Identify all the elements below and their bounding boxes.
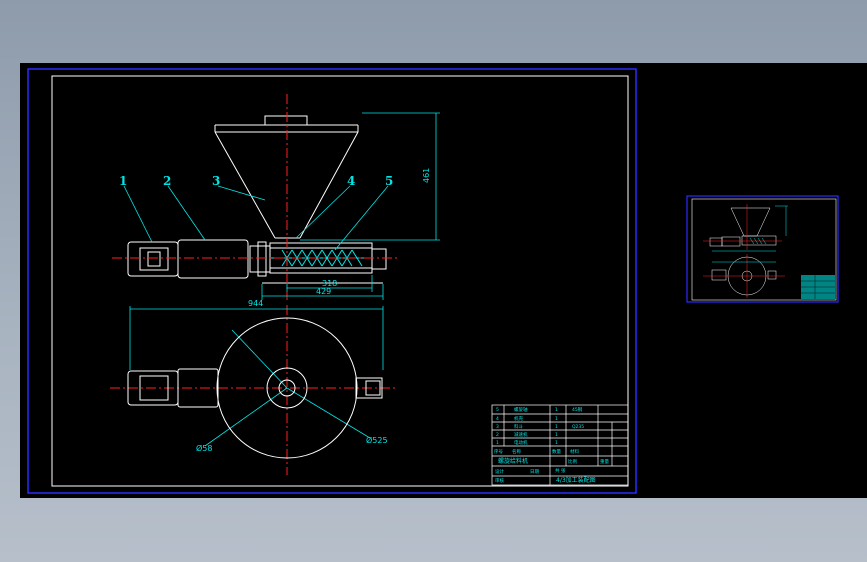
tb-header-no: 序号 (494, 448, 503, 455)
tb-row1-mat: 45钢 (572, 406, 583, 413)
thumbnail-sheet (686, 195, 839, 303)
tb-row3-qty: 1 (555, 424, 558, 430)
tb-row5-qty: 1 (555, 440, 558, 446)
dim-429: 429 (316, 287, 331, 296)
tb-row1-qty: 1 (555, 407, 558, 413)
callout-5: 5 (385, 174, 393, 188)
tb-row1-no: 5 (496, 407, 499, 413)
tb-row4-qty: 1 (555, 432, 558, 438)
tb-row2-no: 4 (496, 416, 499, 422)
callout-1: 1 (119, 174, 127, 188)
tb-row3-mat: Q235 (572, 424, 584, 430)
callout-4: 4 (347, 174, 355, 188)
dim-dia-large: Ø525 (366, 435, 388, 445)
tb-scale: 比例 (568, 458, 577, 465)
tb-drawing-name: 螺旋给料机 (498, 457, 528, 465)
dim-hopper-height: 461 (422, 168, 431, 183)
tb-row5-name: 电动机 (514, 439, 528, 446)
dim-dia-small: Ø58 (196, 443, 212, 453)
cad-drawing-canvas: 461 318 429 944 Ø58 Ø525 1 2 3 4 5 5 螺旋轴… (20, 63, 867, 498)
tb-row5-no: 1 (496, 440, 499, 446)
dim-944: 944 (248, 299, 263, 308)
tb-designer: 设计 (495, 468, 504, 475)
tb-row3-no: 3 (496, 424, 499, 430)
tb-checker: 审核 (495, 477, 504, 484)
tb-row4-no: 2 (496, 432, 499, 438)
tb-header-mat: 材料 (570, 448, 579, 455)
tb-row1-name: 螺旋轴 (514, 406, 528, 413)
tb-drawing-title: 4/3加工装配图 (556, 476, 596, 484)
callout-3: 3 (212, 174, 220, 188)
tb-row4-name: 减速机 (514, 431, 528, 438)
tb-row2-name: 机壳 (514, 415, 523, 422)
tb-row3-name: 料斗 (514, 423, 523, 430)
tb-header-name: 名称 (512, 448, 521, 455)
tb-weight: 重量 (600, 458, 609, 465)
callout-2: 2 (163, 174, 171, 188)
tb-sheet: 共 张 (555, 467, 566, 474)
tb-header-qty: 数量 (552, 448, 561, 455)
tb-row2-qty: 1 (555, 416, 558, 422)
tb-date: 日期 (530, 469, 539, 475)
